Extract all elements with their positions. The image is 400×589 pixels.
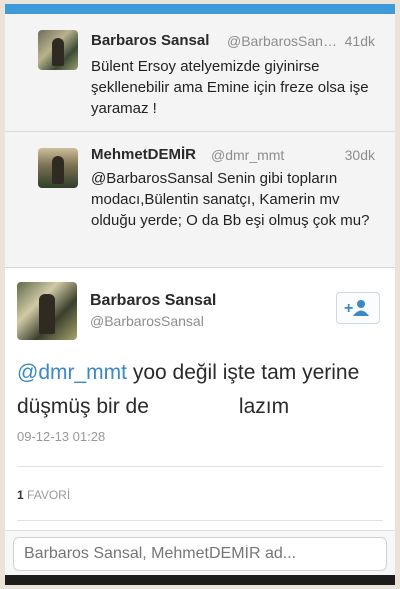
tweet-time: 41dk	[344, 33, 375, 49]
bottom-bar	[5, 575, 395, 585]
tweet-timestamp: 09-12-13 01:28	[17, 429, 106, 444]
tweet-author-name[interactable]: Barbaros Sansal	[91, 32, 209, 49]
tweet-author-handle: @dmr_mmt	[211, 147, 285, 163]
divider	[17, 466, 383, 467]
avatar[interactable]	[38, 148, 78, 188]
favorite-number: 1	[17, 488, 24, 502]
divider	[17, 520, 383, 521]
mention-link[interactable]: @dmr_mmt	[17, 361, 127, 384]
redacted-area	[148, 397, 239, 418]
svg-text:+: +	[344, 300, 353, 317]
detail-text-part2: lazım	[238, 395, 290, 418]
top-accent-bar	[5, 4, 395, 14]
add-user-icon: +	[344, 300, 369, 317]
reply-input[interactable]	[13, 537, 387, 571]
tweet-time: 30dk	[344, 147, 375, 163]
tweet-item[interactable]: Barbaros Sansal @BarbarosSansal 41dk Bül…	[5, 14, 395, 132]
tweet-item[interactable]: MehmetDEMİR @dmr_mmt 30dk @BarbarosSansa…	[5, 132, 395, 268]
follow-button[interactable]: +	[336, 292, 380, 324]
avatar[interactable]	[38, 30, 78, 70]
favorite-label: FAVORİ	[27, 488, 71, 502]
tweet-detail: Barbaros Sansal @BarbarosSansal + @dmr_m…	[5, 268, 395, 530]
tweet-author-name[interactable]: MehmetDEMİR	[91, 146, 196, 163]
favorite-count[interactable]: 1 FAVORİ	[17, 488, 70, 502]
tweet-author-handle: @BarbarosSansal	[227, 33, 337, 49]
detail-author-handle: @BarbarosSansal	[90, 313, 204, 329]
reply-bar	[5, 530, 395, 575]
detail-tweet-text: @dmr_mmt yoo değil işte tam yerine düşmü…	[17, 356, 382, 424]
tweet-text: Bülent Ersoy atelyemizde giyinirse şekll…	[91, 58, 369, 117]
detail-author-name[interactable]: Barbaros Sansal	[90, 292, 216, 310]
tweet-text: @BarbarosSansal Senin gibi topların moda…	[91, 170, 370, 229]
app-frame: Barbaros Sansal @BarbarosSansal 41dk Bül…	[5, 4, 395, 585]
avatar[interactable]	[17, 282, 77, 340]
